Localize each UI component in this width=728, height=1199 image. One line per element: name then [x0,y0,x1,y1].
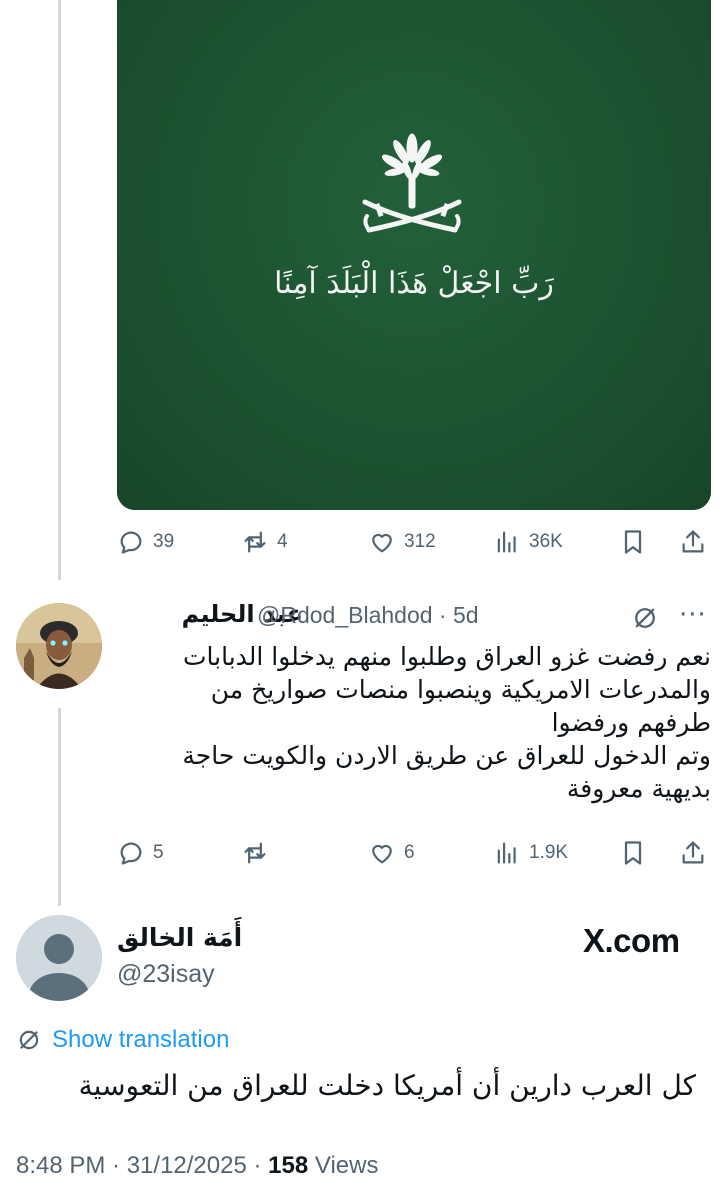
reply-icon [120,842,142,865]
views-chart-icon [497,531,516,553]
reply-button[interactable]: 39 [117,526,174,558]
reply-text-line: والمدرعات الامريكية وينصبوا منصات صواريخ… [210,675,711,704]
show-translation-button[interactable]: Show translation [16,1024,229,1056]
more-options-button[interactable]: ··· [679,600,707,630]
like-count: 312 [404,531,436,552]
reply-text-line: بديهية معروفة [566,774,711,803]
post-text: كل العرب دارين أن أمريكا دخلت للعراق من … [78,1069,696,1102]
display-name[interactable]: أَمَة الخالق [117,923,242,952]
share-button[interactable] [679,837,707,869]
views-count: 158 [268,1152,309,1179]
views-chart-icon [497,842,516,864]
share-button[interactable] [679,526,707,558]
reply-action-bar: 5 6 1.9K [117,837,711,869]
translation-icon [631,604,659,636]
post-action-bar: 39 4 312 36K [117,526,711,558]
handle-and-time[interactable]: @Rdod_Blahdod · 5d [257,602,479,629]
reply-text-line: نعم رفضت غزو العراق وطلبوا منهم يدخلوا ا… [182,642,711,671]
handle[interactable]: @23isay [117,960,215,989]
views-label: Views [308,1152,379,1179]
reply-text-line: طرفهم ورفضوا [551,708,711,737]
heart-icon [372,844,392,864]
image-caption: رَبِّ اجْعَلْ هَذَا الْبَلَدَ آمِنًا [274,266,554,301]
share-icon [682,530,704,553]
bookmark-icon [624,841,642,865]
heart-icon [372,533,392,553]
reply-text-line: وتم الدخول للعراق عن طريق الاردن والكويت… [182,741,711,770]
post-metadata: 8:48 PM · 31/12/2025 · 158 Views [16,1152,378,1180]
reply-count: 5 [153,842,164,863]
avatar[interactable] [16,603,102,689]
post-image[interactable]: رَبِّ اجْعَلْ هَذَا الْبَلَدَ آمِنًا [117,0,711,510]
views-count: 36K [529,531,563,552]
like-button[interactable]: 312 [368,526,436,558]
avatar-image [16,603,102,689]
views-button[interactable]: 1.9K [493,837,568,869]
timestamp[interactable]: 8:48 PM · 31/12/2025 · [16,1152,268,1179]
xcom-watermark: X.com [583,922,680,959]
avatar[interactable] [16,915,102,1001]
thread-line [58,0,61,580]
default-avatar-icon [16,915,102,1001]
reply-text: نعم رفضت غزو العراق وطلبوا منهم يدخلوا ا… [117,640,711,805]
image-background [117,0,711,510]
share-icon [682,841,704,864]
repost-button[interactable] [241,837,277,869]
repost-button[interactable]: 4 [241,526,288,558]
repost-icon [244,531,266,553]
reply-header: عبد الحليم @Rdod_Blahdod · 5d ··· [117,600,711,636]
like-count: 6 [404,842,415,863]
translation-icon [19,1030,39,1050]
views-button[interactable]: 36K [493,526,563,558]
reply-count: 39 [153,531,175,552]
show-translation-label: Show translation [52,1026,230,1053]
like-button[interactable]: 6 [368,837,415,869]
repost-count: 4 [277,531,288,552]
views-count: 1.9K [529,842,569,863]
bookmark-icon [624,530,642,554]
bookmark-button[interactable] [619,837,647,869]
reply-icon [120,531,142,554]
thread-line [58,708,61,906]
reply-button[interactable]: 5 [117,837,164,869]
saudi-emblem-icon [362,133,462,233]
repost-icon [244,842,266,864]
bookmark-button[interactable] [619,526,647,558]
